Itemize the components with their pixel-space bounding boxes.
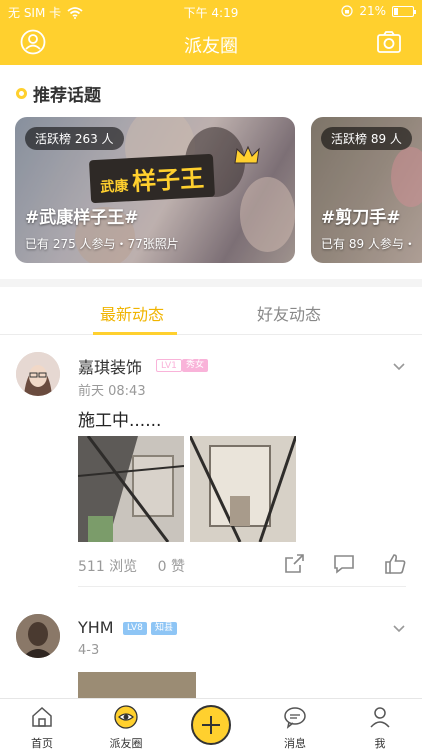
tab-community[interactable]: 派友圈 [96,705,156,750]
card-active-badge: 活跃榜 263 人 [25,127,124,150]
feed-tabs: 最新动态 好友动态 [0,287,422,335]
tab-friends[interactable]: 好友动态 [257,301,321,325]
like-count: 0 赞 [157,559,185,575]
chevron-down-icon[interactable] [392,622,406,636]
user-icon [370,707,390,728]
top-bar: 无 SIM 卡 下午 4:19 21% 派友圈 [0,0,422,65]
card-banner-big: 样子王 [131,164,205,197]
card-meta: 已有 275 人参与・77张照片 [25,237,179,251]
card-meta: 已有 89 人参与・ [321,237,416,251]
crown-icon [234,145,260,164]
tab-me[interactable]: 我 [350,705,410,750]
status-right: 21% [341,4,416,18]
plus-icon [202,716,220,734]
comment-icon[interactable] [332,552,356,576]
tab-underline [93,332,177,335]
title-tag: 秀女 [182,359,209,372]
topics-title: 推荐话题 [33,86,101,106]
battery-percent: 21% [359,4,386,18]
post-time: 4-3 [78,643,100,658]
bottom-tab-bar: 首页 派友圈 消息 我 [0,698,422,750]
level-tag: LV8 [123,622,147,635]
topic-card-2[interactable]: 活跃榜 89 人 #剪刀手# 已有 89 人参与・ [311,117,422,263]
post-username[interactable]: YHM [78,618,114,637]
card-title: #武康样子王# [25,208,139,228]
avatar-face-icon [16,352,60,396]
post-item: 嘉琪装饰 LV1 秀女 前天 08:43 施工中...... 511 浏览 0 … [0,336,422,596]
avatar[interactable] [16,614,60,658]
tab-latest[interactable]: 最新动态 [100,301,164,325]
title-tag: 知县 [151,622,178,635]
post-image[interactable] [78,436,184,542]
like-icon[interactable] [383,552,407,576]
camera-icon[interactable] [376,29,402,55]
post-time: 前天 08:43 [78,384,146,399]
post-image-photo [78,436,184,542]
status-bar: 无 SIM 卡 下午 4:19 21% [0,0,422,22]
topics-header: 推荐话题 [16,81,101,106]
post-item: YHM LV8 知县 4-3 [0,600,422,698]
level-tag: LV1 [156,359,182,372]
rotation-lock-icon [341,5,353,17]
post-image[interactable] [78,672,196,698]
tab-home[interactable]: 首页 [12,705,72,750]
post-image[interactable] [190,436,296,542]
nav-bar: 派友圈 [0,22,422,65]
post-stats: 511 浏览 0 赞 [78,556,185,576]
view-count: 511 浏览 [78,559,138,575]
add-post-button[interactable] [191,705,231,745]
card-active-badge: 活跃榜 89 人 [321,127,412,150]
card-title: #剪刀手# [321,208,401,228]
share-icon[interactable] [282,552,306,576]
card-banner-small: 武康 [99,178,129,196]
eye-icon [114,705,138,729]
tab-messages-label: 消息 [284,737,306,750]
tab-community-label: 派友圈 [109,737,143,750]
home-icon [32,706,52,727]
card-banner: 武康 样子王 [88,153,216,204]
recommended-topics: 推荐话题 活跃榜 263 人 武康 样子王 #武康样子王# 已有 275 人参与・… [0,65,422,279]
tab-me-label: 我 [374,737,386,750]
topics-dot-icon [16,88,27,99]
topic-card-1[interactable]: 活跃榜 263 人 武康 样子王 #武康样子王# 已有 275 人参与・77张照片 [15,117,295,263]
battery-icon [392,5,416,17]
tab-home-label: 首页 [31,737,53,750]
post-image-photo [190,436,296,542]
chevron-down-icon[interactable] [392,360,406,374]
post-text: 施工中...... [78,411,162,431]
page-title: 派友圈 [184,36,238,57]
screen: 无 SIM 卡 下午 4:19 21% 派友圈 推荐话题 活跃榜 263 人 武… [0,0,422,750]
section-separator [0,279,422,287]
message-icon [284,707,306,729]
avatar[interactable] [16,352,60,396]
tab-messages[interactable]: 消息 [265,705,325,750]
post-divider [78,586,406,587]
post-username[interactable]: 嘉琪装饰 [78,354,142,378]
avatar-face-icon [16,614,60,658]
